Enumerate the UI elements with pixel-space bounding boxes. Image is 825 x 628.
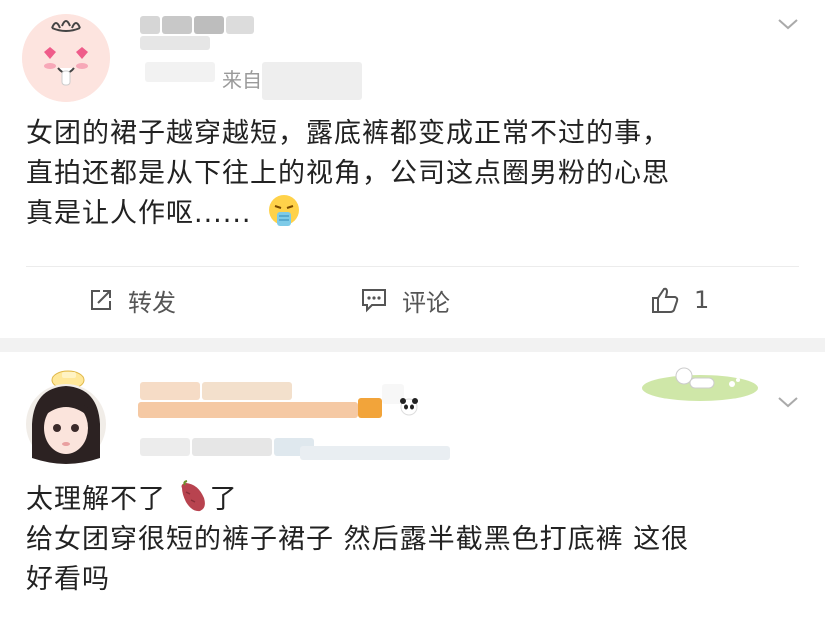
chevron-down-icon[interactable] xyxy=(776,394,800,410)
comment-button[interactable]: 评论 xyxy=(360,274,450,326)
thumbs-up-icon xyxy=(652,287,679,313)
post-line: 真是让人作呕...... xyxy=(26,194,670,234)
decorative-sticker-icon xyxy=(642,367,758,401)
repost-icon xyxy=(91,290,111,310)
retching-emoji-icon xyxy=(269,195,300,226)
comment-icon xyxy=(362,289,386,313)
user-avatar[interactable] xyxy=(22,368,110,468)
like-button[interactable]: 1 xyxy=(650,274,709,326)
user-avatar[interactable] xyxy=(22,14,110,102)
repost-label: 转发 xyxy=(128,288,176,317)
post-card-1: 来自 女团的裙子越穿越短，露底裤都变成正常不过的事， 直拍还都是从下往上的视角，… xyxy=(0,0,825,338)
post-line: 直拍还都是从下往上的视角，公司这点圈男粉的心思 xyxy=(26,158,670,189)
post-body: 女团的裙子越穿越短，露底裤都变成正常不过的事， 直拍还都是从下往上的视角，公司这… xyxy=(26,114,670,234)
post-line: 给女团穿很短的裤子裙子 然后露半截黑色打底裤 这很 xyxy=(26,524,690,555)
post-line: 女团的裙子越穿越短，露底裤都变成正常不过的事， xyxy=(26,118,670,149)
repost-button[interactable]: 转发 xyxy=(88,274,176,326)
chevron-down-icon[interactable] xyxy=(776,16,800,32)
post-separator xyxy=(0,338,825,352)
action-bar: 转发 评论 1 xyxy=(0,274,825,326)
cartoon-face-avatar-icon xyxy=(22,14,110,102)
post-body: 太理解不了 了 给女团穿很短的裤子裙子 然后露半截黑色打底裤 这很 好看吗 xyxy=(26,480,689,600)
divider-line xyxy=(26,266,799,267)
post-line: 好看吗 xyxy=(26,564,110,595)
post-line: 太理解不了 了 xyxy=(26,480,689,520)
sweet-potato-icon xyxy=(181,480,205,512)
anime-girl-avatar-icon xyxy=(26,370,106,464)
comment-label: 评论 xyxy=(402,288,450,317)
like-count: 1 xyxy=(694,286,710,314)
panda-icon xyxy=(400,398,418,416)
source-prefix: 来自 xyxy=(222,68,262,92)
